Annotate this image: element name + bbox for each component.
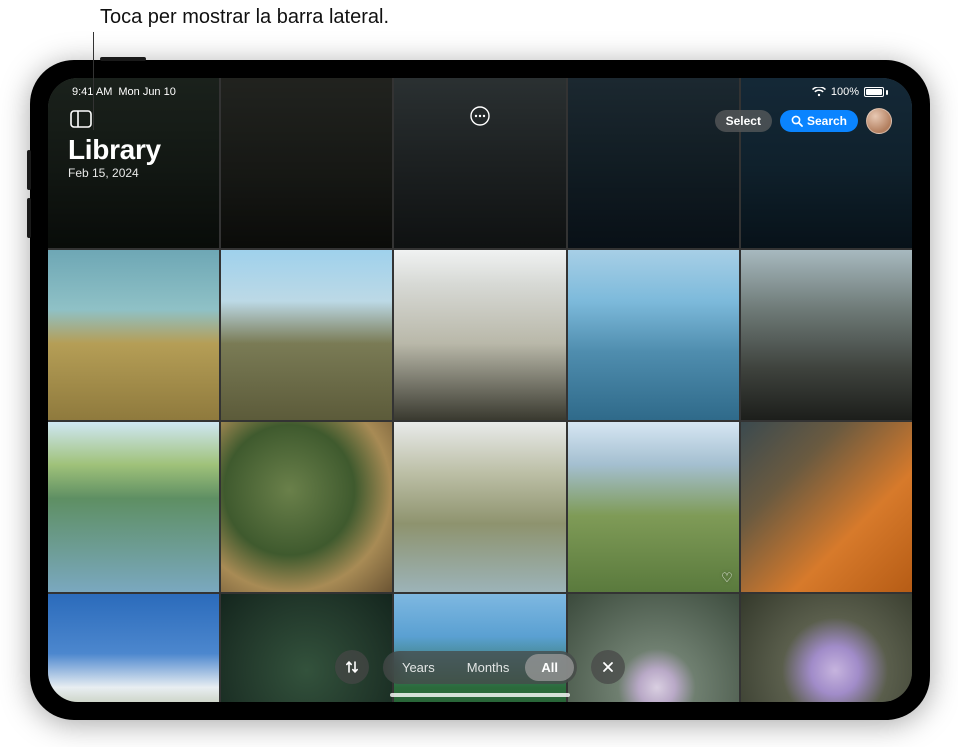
ellipsis-circle-icon (470, 106, 490, 126)
photo-thumbnail[interactable] (741, 422, 912, 592)
status-bar: 9:41 AM Mon Jun 10 100% (48, 82, 912, 102)
wifi-icon (812, 87, 826, 97)
ipad-volume-down (27, 198, 31, 238)
view-segmented-control: Years Months All (383, 651, 577, 684)
photo-thumbnail[interactable] (221, 250, 392, 420)
show-sidebar-button[interactable] (68, 108, 94, 130)
ipad-device-frame: ♡ 9:41 AM Mon Jun 10 100% (30, 60, 930, 720)
ipad-power-button (100, 57, 146, 61)
close-icon (601, 660, 615, 674)
sort-arrows-icon (344, 659, 360, 675)
photo-thumbnail[interactable]: ♡ (568, 422, 739, 592)
photo-thumbnail[interactable] (394, 422, 565, 592)
ipad-screen: ♡ 9:41 AM Mon Jun 10 100% (48, 78, 912, 702)
photo-thumbnail[interactable] (221, 422, 392, 592)
photo-thumbnail[interactable] (741, 250, 912, 420)
photo-thumbnail[interactable] (48, 594, 219, 702)
battery-percent: 100% (831, 86, 859, 98)
close-overlay-button[interactable] (591, 650, 625, 684)
photo-thumbnail[interactable] (568, 594, 739, 702)
ipad-volume-up (27, 150, 31, 190)
photo-thumbnail[interactable] (48, 250, 219, 420)
page-title: Library (68, 134, 161, 166)
page-subtitle-date: Feb 15, 2024 (68, 166, 161, 180)
photo-thumbnail[interactable] (394, 594, 565, 702)
sidebar-icon (70, 110, 92, 128)
bottom-controls: Years Months All (335, 650, 625, 684)
library-header: Library Feb 15, 2024 Select (48, 102, 912, 180)
segment-years[interactable]: Years (386, 654, 451, 681)
callout-leader-line (93, 32, 94, 130)
home-indicator[interactable] (390, 693, 570, 697)
favorite-heart-icon: ♡ (721, 570, 733, 586)
status-date: Mon Jun 10 (118, 86, 175, 98)
battery-icon (864, 87, 888, 97)
select-button[interactable]: Select (715, 110, 772, 132)
photo-thumbnail[interactable] (394, 250, 565, 420)
segment-all[interactable]: All (525, 654, 574, 681)
photo-thumbnail[interactable] (741, 594, 912, 702)
magnifying-glass-icon (791, 115, 803, 127)
photo-thumbnail[interactable] (48, 422, 219, 592)
photo-thumbnail[interactable] (568, 250, 739, 420)
profile-avatar-button[interactable] (866, 108, 892, 134)
callout-text: Toca per mostrar la barra lateral. (100, 6, 389, 29)
search-button-label: Search (807, 114, 847, 128)
select-button-label: Select (726, 114, 761, 128)
sort-button[interactable] (335, 650, 369, 684)
photo-thumbnail[interactable] (221, 594, 392, 702)
search-button[interactable]: Search (780, 110, 858, 132)
segment-months[interactable]: Months (451, 654, 526, 681)
more-options-button[interactable] (466, 102, 494, 130)
